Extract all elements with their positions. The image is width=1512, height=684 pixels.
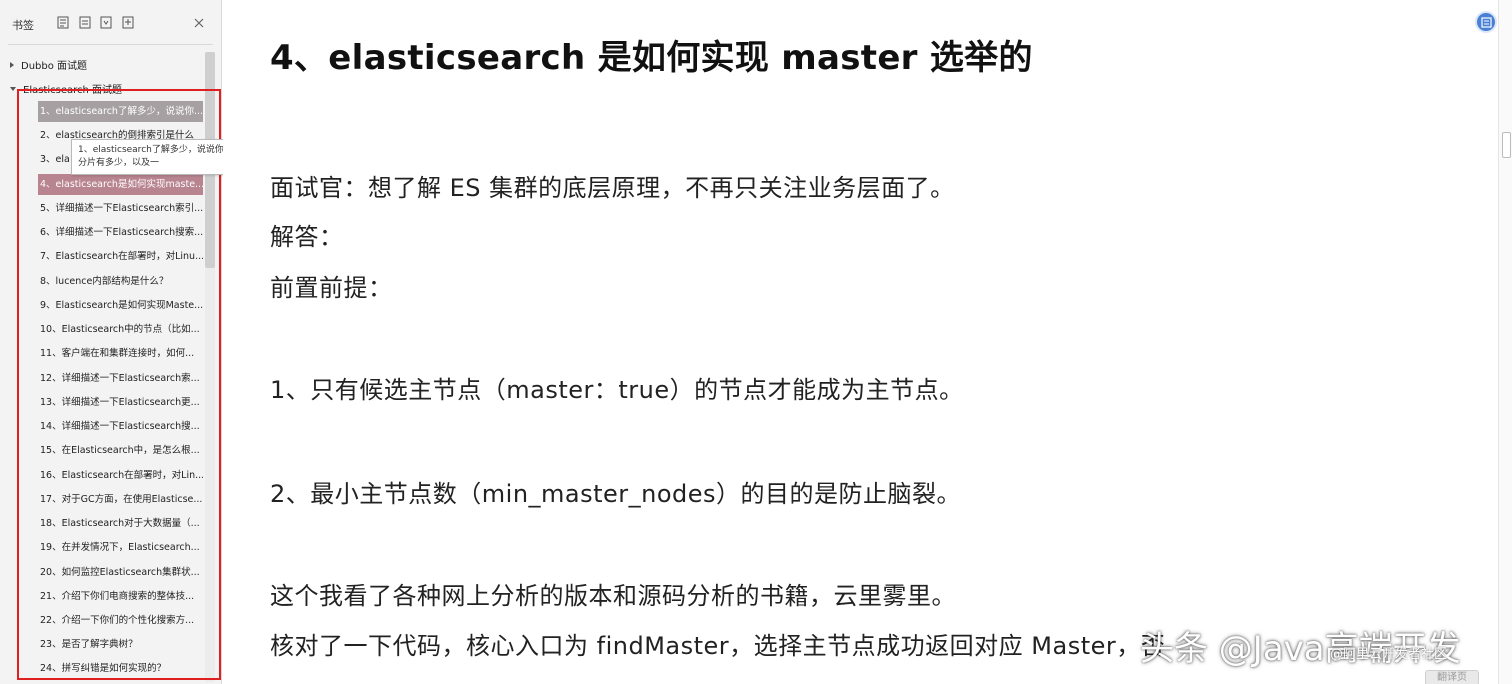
bookmark-item[interactable]: 20、如何监控Elasticsearch集群状...: [38, 562, 203, 583]
bookmark-add-icon[interactable]: [57, 16, 69, 29]
bookmark-item-current[interactable]: 4、elasticsearch是如何实现maste...: [38, 174, 203, 195]
close-icon[interactable]: [192, 15, 206, 29]
paragraph: 2、最小主节点数（min_master_nodes）的目的是防止脑裂。: [270, 480, 962, 508]
bookmark-item[interactable]: 23、是否了解字典树？: [38, 634, 203, 655]
bookmark-item[interactable]: 22、介绍一下你们的个性化搜索方...: [38, 610, 203, 631]
bookmarks-panel: 书签 Dubbo 面试题 Elasticsearch 面试题 1、elastic…: [0, 0, 222, 684]
bookmark-item[interactable]: 24、拼写纠错是如何实现的？: [38, 658, 203, 679]
bookmark-item[interactable]: 1、elasticsearch了解多少，说说你...: [38, 101, 203, 122]
bookmark-item[interactable]: 5、详细描述一下Elasticsearch索引...: [38, 198, 203, 219]
bookmark-item[interactable]: 13、详细描述一下Elasticsearch更...: [38, 392, 203, 413]
paragraph: 这个我看了各种网上分析的版本和源码分析的书籍，云里雾里。: [270, 582, 956, 610]
document-scrollbar[interactable]: [1498, 0, 1512, 684]
bookmark-item[interactable]: 11、客户端在和集群连接时，如何...: [38, 343, 203, 364]
group-label: Elasticsearch 面试题: [23, 85, 123, 96]
bookmark-item[interactable]: 14、详细描述一下Elasticsearch搜...: [38, 416, 203, 437]
bookmark-item[interactable]: 7、Elasticsearch在部署时，对Linu...: [38, 246, 203, 267]
bookmark-expand-icon[interactable]: [79, 16, 91, 29]
collapse-arrow-icon[interactable]: [10, 86, 16, 91]
header-divider: [8, 44, 213, 45]
bookmark-item[interactable]: 9、Elasticsearch是如何实现Maste...: [38, 295, 203, 316]
bookmark-item[interactable]: 12、详细描述一下Elasticsearch索...: [38, 368, 203, 389]
document-scrollbar-thumb[interactable]: [1502, 132, 1511, 158]
paragraph: 前置前提：: [270, 274, 393, 302]
bookmark-item[interactable]: 18、Elasticsearch对于大数据量（...: [38, 513, 203, 534]
document-convert-icon[interactable]: [1475, 11, 1497, 33]
bookmark-item[interactable]: 15、在Elasticsearch中，是怎么根...: [38, 440, 203, 461]
bookmarks-header: 书签: [0, 0, 222, 46]
group-label: Dubbo 面试题: [21, 61, 88, 72]
paragraph: 解答：: [270, 223, 344, 251]
bookmark-item[interactable]: 17、对于GC方面，在使用Elasticse...: [38, 489, 203, 510]
document-page: 4、elasticsearch 是如何实现 master 选举的 面试官：想了解…: [223, 0, 1498, 684]
expand-arrow-icon[interactable]: [10, 61, 14, 68]
paragraph: 核对了一下代码，核心入口为 findMaster，选择主节点成功返回对应 Mas…: [270, 632, 1166, 660]
paragraph: 面试官：想了解 ES 集群的底层原理，不再只关注业务层面了。: [270, 174, 955, 202]
bookmark-item[interactable]: 8、lucence内部结构是什么？: [38, 271, 203, 292]
bookmark-group-elasticsearch[interactable]: Elasticsearch 面试题: [10, 81, 122, 96]
bookmark-item[interactable]: 10、Elasticsearch中的节点（比如...: [38, 319, 203, 340]
paragraph: 1、只有候选主节点（master：true）的节点才能成为主节点。: [270, 376, 964, 404]
bookmark-collapse-icon[interactable]: [100, 16, 112, 29]
bookmark-item[interactable]: 21、介绍下你们电商搜索的整体技...: [38, 586, 203, 607]
bookmark-group-dubbo[interactable]: Dubbo 面试题: [10, 57, 87, 72]
bookmark-options-icon[interactable]: [122, 16, 134, 29]
bookmarks-title: 书签: [12, 19, 34, 32]
bookmark-item[interactable]: 19、在并发情况下，Elasticsearch...: [38, 537, 203, 558]
watermark-small: @阿里云开发者社区: [1330, 647, 1448, 662]
translate-page-button[interactable]: 翻译页: [1425, 670, 1479, 684]
bookmark-item[interactable]: 6、详细描述一下Elasticsearch搜索...: [38, 222, 203, 243]
bookmark-item[interactable]: 16、Elasticsearch在部署时，对Lin...: [38, 465, 203, 486]
page-title: 4、elasticsearch 是如何实现 master 选举的: [270, 38, 1033, 78]
